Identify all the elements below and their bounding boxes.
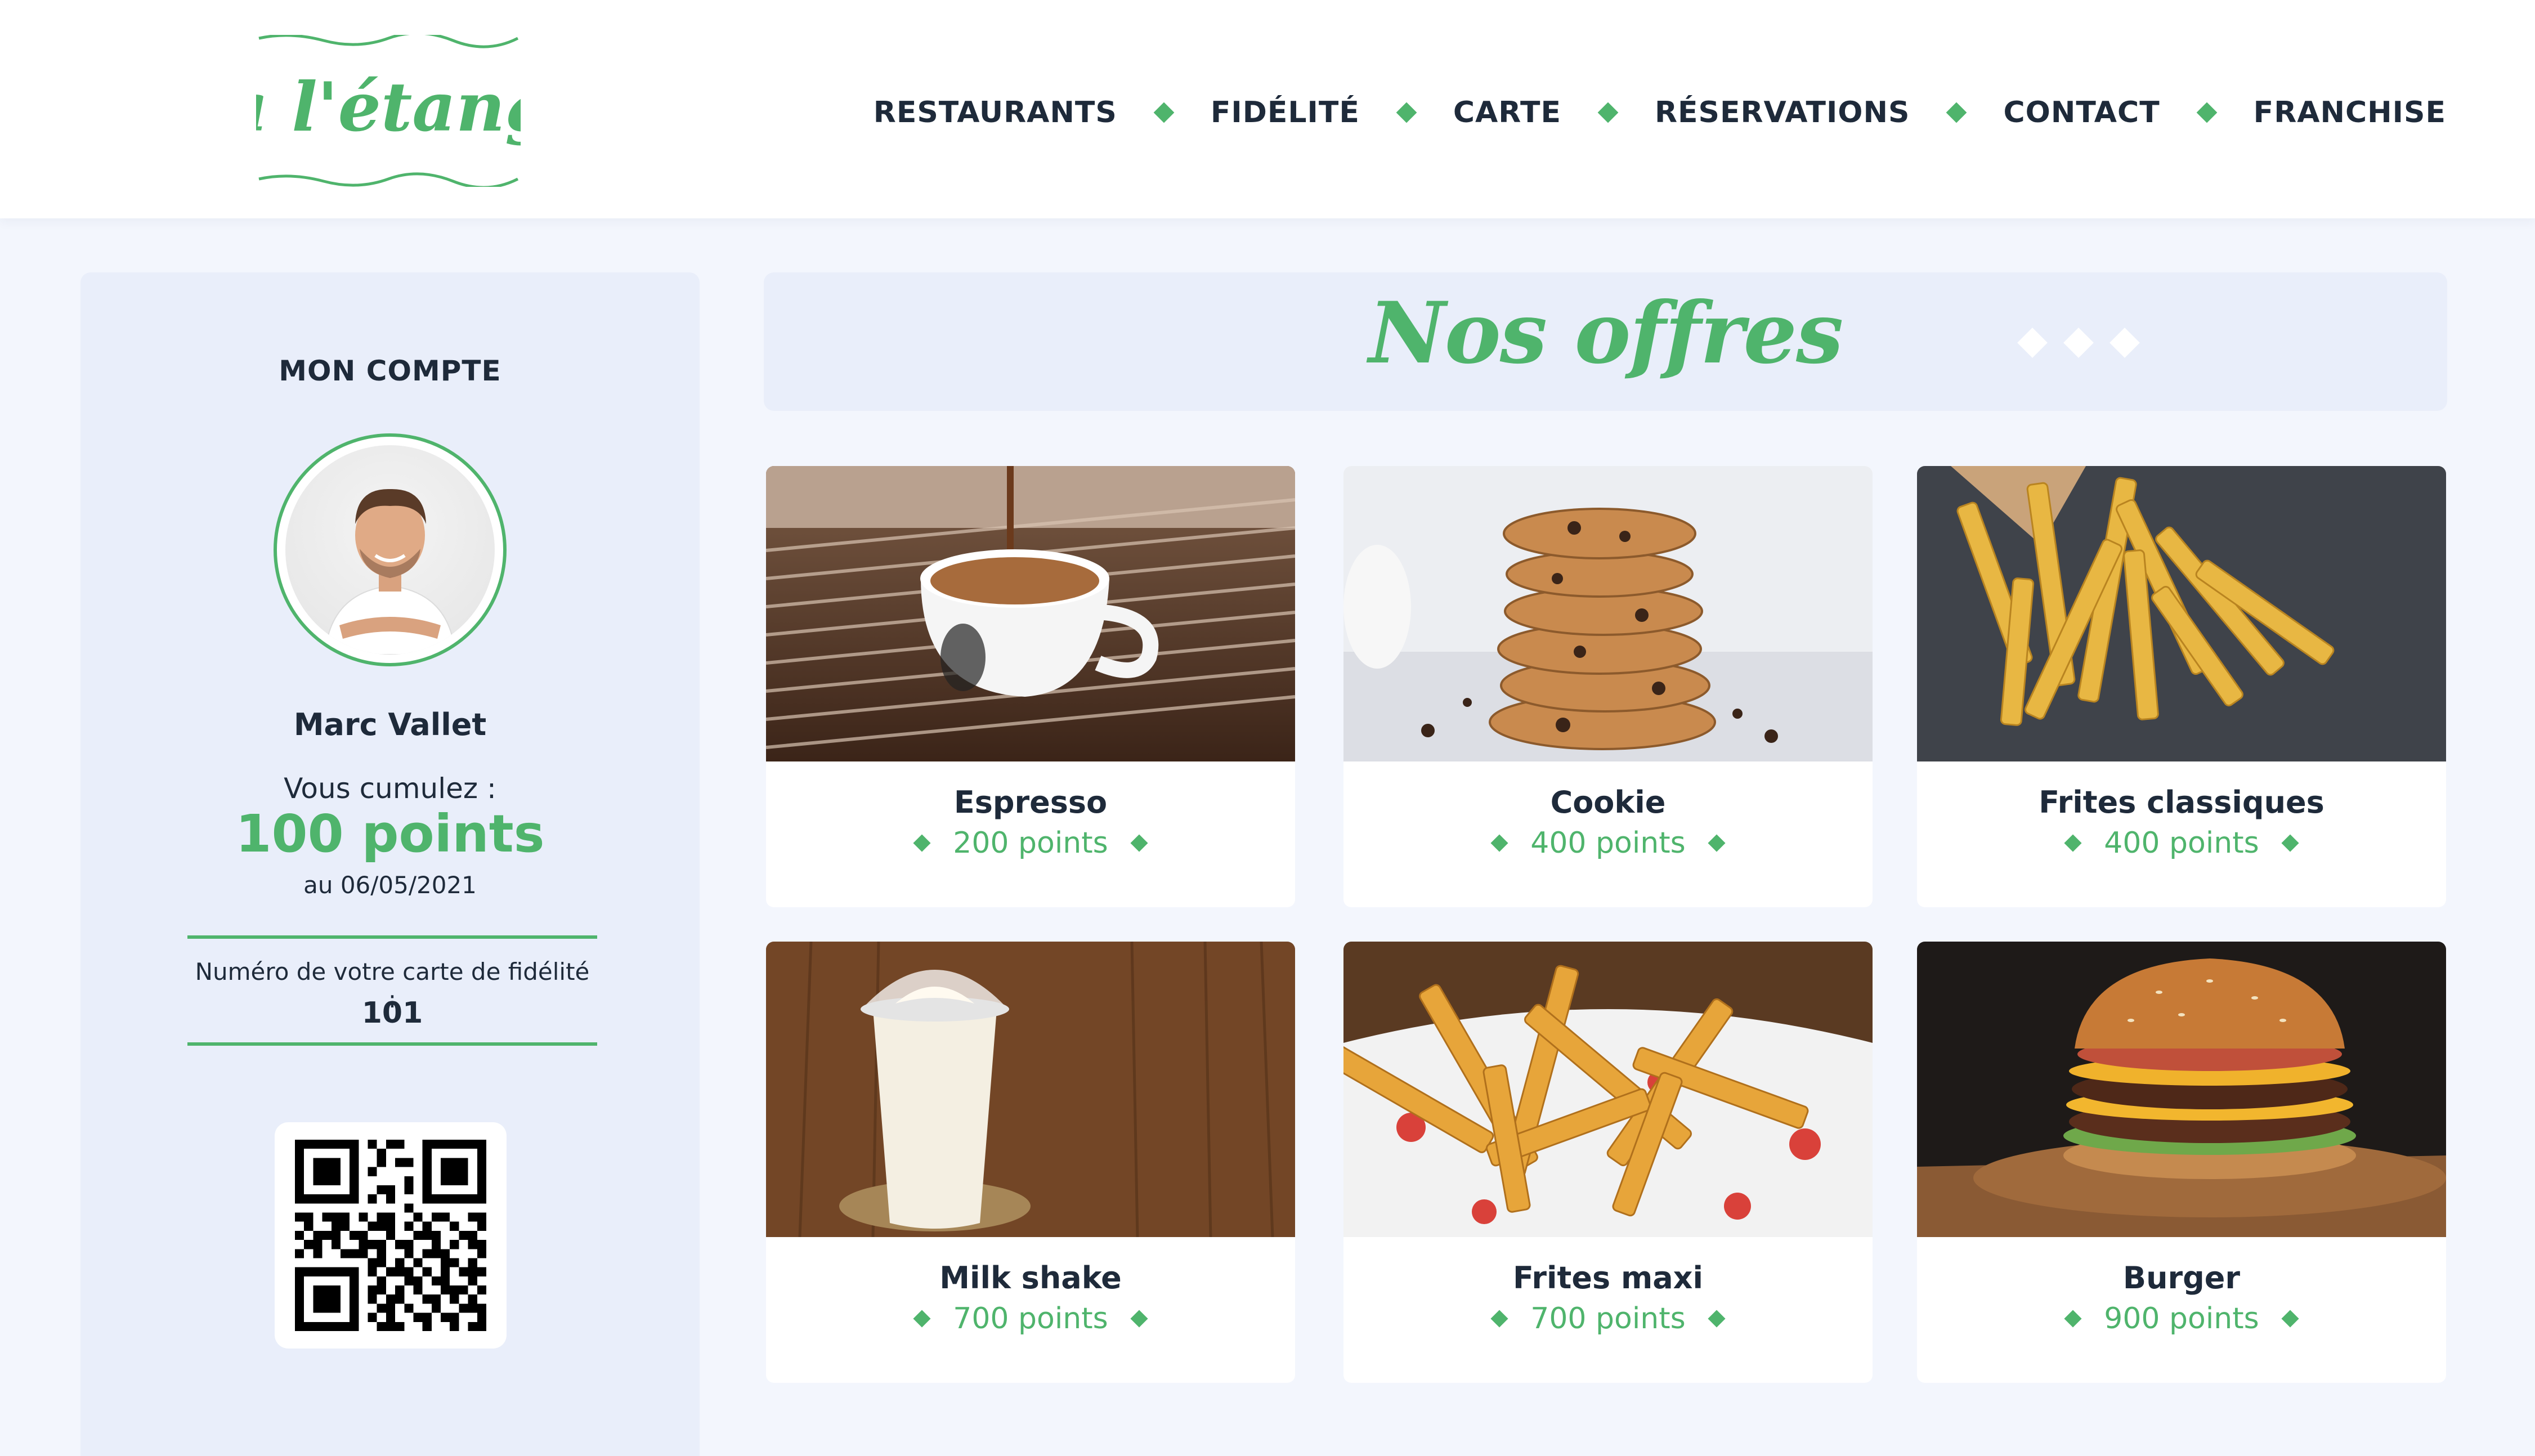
offer-card-frites-maxi[interactable]: Frites maxi 700 points [1343,942,1873,1383]
cookie-image [1343,466,1873,761]
qr-code [275,1122,507,1349]
offer-name: Espresso [953,785,1108,820]
loyalty-card-number: 101 [361,996,423,1030]
user-name: Marc Vallet [293,707,487,742]
offer-name: Frites maxi [1512,1260,1703,1296]
diamond-icon [1708,834,1726,852]
diamond-icon [2281,834,2299,852]
avatar [274,433,507,666]
offer-points: 900 points [1917,1302,2446,1336]
offer-card-frites-classiques[interactable]: Frites classiques 400 points [1917,466,2446,907]
espresso-image [766,466,1295,761]
nav-separator-icon [1396,102,1417,123]
offer-points: 400 points [1343,826,1873,860]
brand-logo[interactable]: à l'étang [225,32,552,189]
offer-points-value: 400 points [2104,826,2259,860]
offer-points: 700 points [766,1302,1295,1336]
fries-image [1917,466,2446,761]
diamond-icon [1708,1310,1726,1328]
site-header: à l'étang RESTAURANTS FIDÉLITÉ CARTE RÉS… [0,0,2535,218]
burger-image [1917,942,2446,1237]
offer-points-value: 700 points [953,1302,1108,1336]
nav-restaurants[interactable]: RESTAURANTS [874,96,1117,129]
offer-name: Burger [2122,1260,2241,1296]
loyalty-card-box: Numéro de votre carte de fidélité : 101 [187,935,597,1046]
diamond-icon [1490,834,1508,852]
diamond-icon [913,834,931,852]
points-label: Vous cumulez : [284,772,496,805]
milkshake-image [766,942,1295,1237]
diamond-icon [1130,1310,1148,1328]
avatar-photo [285,445,495,655]
offer-name: Milk shake [939,1260,1122,1296]
offer-points: 200 points [766,826,1295,860]
svg-text:à l'étang: à l'étang [256,68,521,147]
offer-card-burger[interactable]: Burger 900 points [1917,942,2446,1383]
nav-separator-icon [1597,102,1619,123]
offer-points: 400 points [1917,826,2446,860]
points-date: au 06/05/2021 [303,871,477,899]
diamond-icon [1490,1310,1508,1328]
nav-fidelite[interactable]: FIDÉLITÉ [1211,96,1360,129]
offer-card-espresso[interactable]: Espresso 200 points [766,466,1295,907]
offer-points-value: 900 points [2104,1302,2259,1336]
main-nav: RESTAURANTS FIDÉLITÉ CARTE RÉSERVATIONS … [874,90,2446,135]
nav-separator-icon [1946,102,1967,123]
nav-contact[interactable]: CONTACT [2003,96,2160,129]
diamond-icon [2064,834,2082,852]
nav-carte[interactable]: CARTE [1453,96,1561,129]
nav-franchise[interactable]: FRANCHISE [2254,96,2446,129]
diamond-icon [2064,1310,2082,1328]
diamond-icon [1130,834,1148,852]
nav-reservations[interactable]: RÉSERVATIONS [1655,96,1910,129]
points-total: 100 points [235,804,545,864]
fries-basket-image [1343,942,1873,1237]
offers-title: Nos offres [1368,284,1844,383]
offer-card-cookie[interactable]: Cookie 400 points [1343,466,1873,907]
diamond-icon [913,1310,931,1328]
offer-name: Frites classiques [2039,785,2325,820]
diamond-icon [2281,1310,2299,1328]
offer-points-value: 700 points [1530,1302,1686,1336]
offer-points: 700 points [1343,1302,1873,1336]
offer-card-milkshake[interactable]: Milk shake 700 points [766,942,1295,1383]
account-sidebar: MON COMPTE Marc Vallet Vous cumulez : 10… [80,272,700,1456]
nav-separator-icon [2196,102,2218,123]
offer-name: Cookie [1550,785,1666,820]
nav-separator-icon [1153,102,1175,123]
account-title: MON COMPTE [279,355,501,387]
offer-points-value: 400 points [1530,826,1686,860]
offers-banner: Nos offres [764,272,2447,411]
offer-points-value: 200 points [953,826,1108,860]
